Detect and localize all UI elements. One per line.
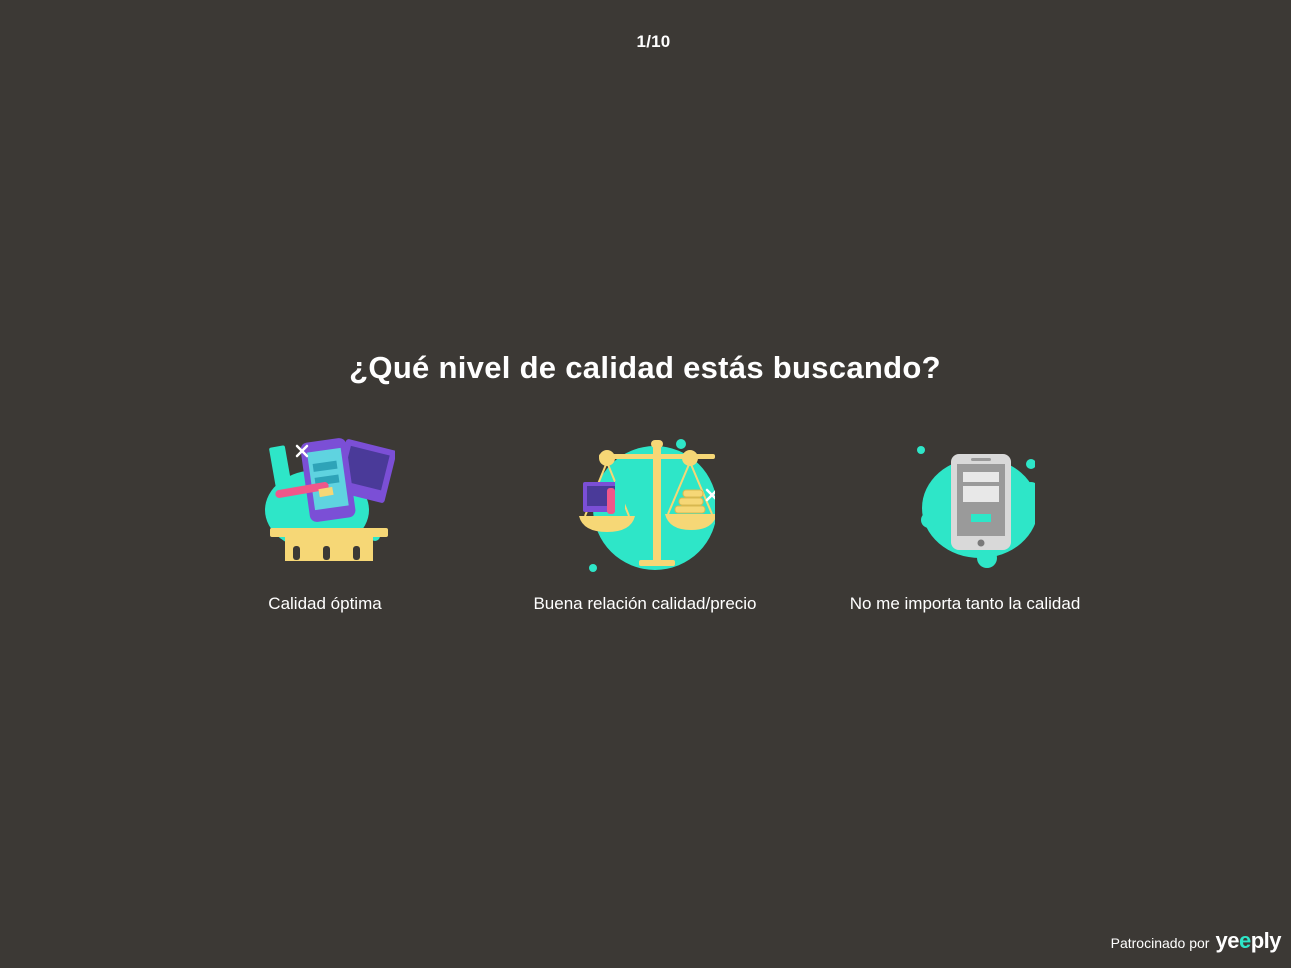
option-label: No me importa tanto la calidad	[849, 594, 1081, 613]
sponsor-footer: Patrocinado por yeeply	[1110, 928, 1282, 954]
sponsor-text: Patrocinado por	[1110, 935, 1210, 951]
question-title: ¿Qué nivel de calidad estás buscando?	[349, 350, 941, 385]
option-optimal-quality[interactable]: Calidad óptima	[175, 432, 475, 632]
quiz-page: 1/10 ¿Qué nivel de calidad estás buscand…	[0, 0, 1291, 968]
brand-logo-accent: e	[1238, 928, 1251, 953]
option-label: Calidad óptima	[268, 594, 382, 613]
option-label: Buena relación calidad/precio	[533, 594, 757, 613]
brand-logo-part: ply	[1250, 928, 1282, 953]
question-counter: 1/10	[636, 32, 671, 51]
brand-logo-part: ye	[1215, 928, 1239, 953]
balance-scale-icon	[579, 439, 715, 572]
brand-logo[interactable]: yeeply	[1215, 928, 1281, 954]
design-tools-pedestal-icon	[265, 438, 395, 561]
option-low-priority-quality[interactable]: No me importa tanto la calidad	[815, 432, 1115, 632]
option-good-value[interactable]: Buena relación calidad/precio	[495, 432, 795, 632]
smartphone-icon	[917, 446, 1035, 568]
